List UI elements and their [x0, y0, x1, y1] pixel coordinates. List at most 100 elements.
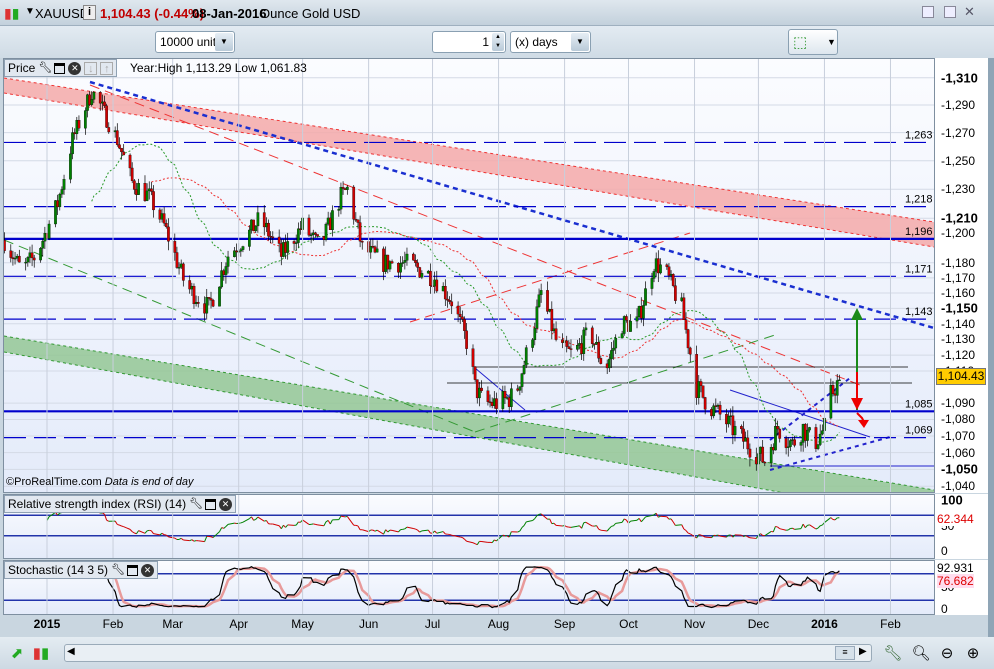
candle-body — [181, 263, 185, 281]
candle-body — [211, 300, 215, 307]
candle-body — [835, 380, 839, 396]
x-axis-label: 2016 — [811, 617, 838, 631]
x-axis-label: Feb — [880, 617, 901, 631]
rsi-segment — [775, 525, 778, 528]
rsi-value: 62.344 — [937, 512, 974, 526]
rsi-segment — [295, 521, 299, 526]
candle-body — [701, 385, 705, 398]
candle-body — [776, 426, 779, 430]
candle-body — [390, 261, 394, 264]
candle-body — [358, 222, 362, 242]
candle-body — [331, 210, 334, 231]
level-label: 1,143 — [905, 306, 933, 318]
rsi-segment — [474, 543, 478, 546]
candle-body — [554, 328, 558, 340]
rsi-segment — [285, 524, 289, 528]
candle-body — [495, 398, 498, 409]
candle-body — [271, 236, 275, 238]
candle-body — [774, 426, 777, 451]
stochastic-k-value: 92.931 — [937, 561, 974, 575]
rsi-segment — [376, 529, 384, 535]
candle-body — [162, 213, 166, 224]
horizontal-scrollbar[interactable]: ◀ ≡ ▶ — [64, 644, 872, 662]
move-down-icon[interactable]: ↓ — [84, 61, 98, 75]
candle-body — [128, 154, 132, 169]
candle-body — [806, 429, 809, 441]
window-icon[interactable] — [127, 564, 139, 576]
candle-body — [778, 428, 782, 439]
rsi-segment — [153, 533, 160, 536]
rsi-segment — [777, 526, 781, 530]
rsi-segment — [598, 528, 602, 531]
candle-body — [463, 319, 466, 331]
close-circle-icon[interactable]: ✕ — [68, 61, 82, 75]
candle-body — [62, 179, 66, 190]
window-icon[interactable] — [205, 498, 217, 510]
stochastic-legend: Stochastic (14 3 5) 🔧︎ ✕ — [4, 561, 159, 579]
rsi-segment — [621, 518, 625, 523]
candle-body — [712, 405, 716, 417]
candle-body — [808, 427, 811, 431]
candle-body — [337, 208, 341, 211]
candle-body — [503, 391, 507, 399]
candlestick-style-icon[interactable]: ▮▮ — [30, 643, 52, 665]
rsi-segment — [687, 532, 691, 535]
wrench-icon[interactable]: 🔧︎ — [38, 62, 52, 75]
rsi-segment — [792, 527, 795, 530]
chart-type-icon[interactable]: ⬈ — [6, 643, 28, 665]
close-circle-icon[interactable]: ✕ — [219, 497, 233, 511]
rsi-segment — [643, 516, 646, 520]
rsi-segment — [391, 529, 399, 533]
candle-body — [659, 264, 662, 274]
zoom-in-icon[interactable]: ⊕ — [962, 643, 984, 665]
candle-body — [535, 306, 539, 329]
zoom-fit-icon[interactable]: 🔍︎ — [910, 643, 932, 665]
rsi-segment — [387, 529, 391, 533]
window-icon[interactable] — [54, 62, 66, 74]
rsi-segment — [675, 524, 682, 526]
rsi-segment — [581, 522, 585, 529]
scroll-right-icon[interactable]: ▶ — [859, 646, 867, 657]
trendlines — [4, 77, 934, 492]
rsi-segment — [225, 524, 229, 527]
candle-body — [686, 329, 690, 349]
candle-body — [224, 266, 228, 275]
candle-body — [727, 415, 730, 425]
candle-body — [703, 397, 707, 410]
rsi-segment — [191, 539, 195, 542]
wrench-icon[interactable]: 🔧︎ — [111, 564, 125, 577]
rsi-segment — [402, 528, 405, 530]
rsi-segment — [178, 537, 182, 540]
wrench-icon[interactable]: 🔧︎ — [189, 498, 203, 511]
candle-body — [831, 385, 835, 395]
wrench-icon[interactable]: 🔧︎ — [882, 643, 904, 665]
rsi-segment — [117, 523, 120, 526]
rsi-segment — [556, 524, 563, 527]
move-up-icon[interactable]: ↑ — [100, 61, 114, 75]
x-axis-label: Jul — [424, 617, 441, 631]
close-circle-icon[interactable]: ✕ — [141, 563, 155, 577]
rsi-segment — [747, 536, 751, 539]
rsi-segment — [106, 519, 109, 522]
candle-body — [784, 438, 788, 448]
rsi-segment — [210, 536, 214, 539]
bottom-toolbar: ⬈ ▮▮ ◀ ≡ ▶ 🔧︎ 🔍︎ ⊖ ⊕ — [0, 637, 994, 669]
rsi-segment — [802, 523, 806, 528]
rsi-segment — [660, 515, 667, 518]
rsi-segment — [683, 528, 687, 531]
candle-body — [414, 259, 417, 263]
scrollbar-thumb[interactable]: ≡ — [835, 646, 855, 660]
rsi-segment — [131, 531, 135, 534]
rsi-segment — [623, 518, 627, 521]
candle-body — [132, 180, 136, 190]
rsi-segment — [638, 518, 642, 523]
rsi-title: Relative strength index (RSI) (14) — [8, 497, 187, 511]
candle-body — [718, 404, 722, 415]
zoom-out-icon[interactable]: ⊖ — [936, 643, 958, 665]
candle-body — [537, 294, 541, 307]
scroll-left-icon[interactable]: ◀ — [67, 646, 75, 657]
rsi-segment — [824, 517, 832, 523]
watermark-brand: ©ProRealTime.com — [6, 476, 102, 488]
candle-body — [684, 319, 688, 330]
candle-body — [356, 219, 360, 223]
